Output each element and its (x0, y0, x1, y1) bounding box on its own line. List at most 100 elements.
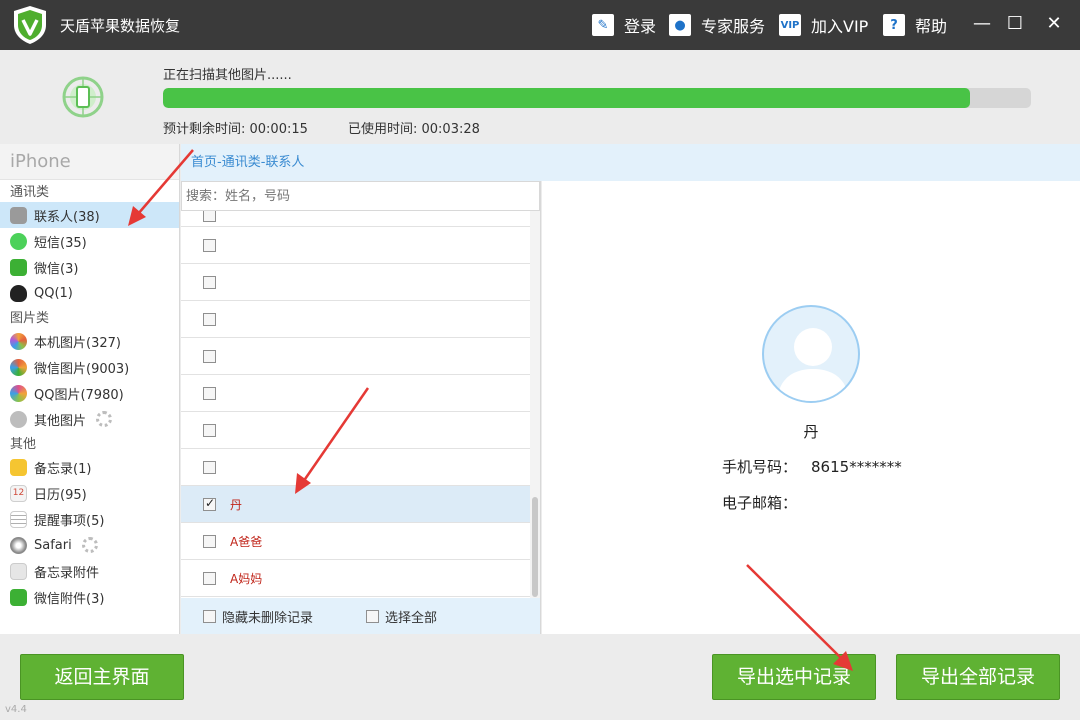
table-row[interactable] (181, 412, 530, 449)
sidebar-item-sms[interactable]: 短信(35) (0, 228, 179, 254)
category-communication: 通讯类 (10, 185, 50, 200)
table-row[interactable]: A妈妈 (181, 560, 530, 597)
maximize-button[interactable]: ☐ (1003, 12, 1027, 36)
progress-fill (163, 88, 971, 108)
select-all-label: 选择全部 (385, 610, 438, 626)
sidebar-item-local-photos[interactable]: 本机图片(327) (0, 328, 179, 354)
scrollbar-thumb[interactable] (532, 497, 538, 597)
sidebar-item-calendar[interactable]: 12 日历(95) (0, 480, 179, 506)
export-all-button[interactable]: 导出全部记录 (896, 654, 1060, 700)
sidebar-item-label: 备忘录(1) (34, 461, 92, 477)
table-row[interactable] (181, 211, 530, 227)
search-input[interactable] (181, 181, 540, 211)
sidebar-item-label: 短信(35) (34, 235, 87, 251)
join-vip-label: 加入VIP (811, 17, 869, 36)
contact-rows: 丹 A爸爸 A妈妈 (181, 211, 530, 598)
wechat-attachment-icon (10, 588, 27, 606)
table-row[interactable] (181, 338, 530, 375)
reminders-icon (10, 510, 27, 528)
row-checkbox[interactable] (203, 349, 216, 363)
close-button[interactable]: ✕ (1042, 12, 1066, 36)
row-name: A爸爸 (230, 534, 263, 549)
sidebar-item-qq[interactable]: QQ(1) (0, 280, 179, 306)
table-row[interactable] (181, 264, 530, 301)
person-silhouette-icon (777, 328, 849, 401)
row-checkbox[interactable] (203, 211, 216, 222)
row-checkbox[interactable] (203, 460, 216, 474)
sidebar-item-wechat[interactable]: 微信(3) (0, 254, 179, 280)
question-icon: ? (883, 14, 905, 36)
row-checkbox[interactable] (203, 423, 216, 437)
hide-undeleted-checkbox[interactable] (203, 609, 216, 623)
category-photos: 图片类 (10, 311, 50, 326)
row-checkbox[interactable] (203, 571, 216, 585)
phone-row: 手机号码： 8615******* (722, 456, 902, 477)
wechat-photos-icon (10, 358, 27, 376)
table-row-selected[interactable]: 丹 (181, 486, 530, 523)
other-photos-icon (10, 410, 27, 428)
sidebar-item-reminders[interactable]: 提醒事项(5) (0, 506, 179, 532)
row-name: A妈妈 (230, 571, 263, 586)
sidebar-item-label: 其他图片 (34, 413, 87, 429)
row-checkbox-checked[interactable] (203, 496, 216, 511)
remaining-time: 预计剩余时间: 00:00:15 (163, 122, 308, 137)
table-row[interactable]: A爸爸 (181, 523, 530, 560)
login-button[interactable]: ✎ 登录 (592, 12, 656, 38)
sms-icon (10, 232, 27, 250)
email-row: 电子邮箱： (722, 492, 797, 513)
minimize-button[interactable]: — (970, 12, 994, 36)
sidebar-item-other-photos[interactable]: 其他图片 (0, 406, 179, 432)
help-button[interactable]: ? 帮助 (883, 12, 947, 38)
row-checkbox[interactable] (203, 386, 216, 400)
hide-undeleted-option[interactable]: 隐藏未删除记录 (203, 607, 313, 626)
notes-attachment-icon (10, 562, 27, 580)
phone-label: 手机号码： (722, 458, 798, 476)
sidebar-item-label: 微信(3) (34, 261, 79, 277)
select-all-checkbox[interactable] (366, 609, 380, 623)
help-label: 帮助 (915, 17, 948, 36)
sidebar-item-safari[interactable]: Safari (0, 532, 179, 558)
table-row[interactable] (181, 449, 530, 486)
sidebar-item-notes[interactable]: 备忘录(1) (0, 454, 179, 480)
sidebar-item-label: 提醒事项(5) (34, 513, 105, 529)
sidebar-item-label: 微信图片(9003) (34, 361, 130, 377)
phone-scan-icon (62, 76, 104, 118)
progress-bar (163, 88, 1031, 108)
join-vip-button[interactable]: VIP 加入VIP (779, 12, 868, 38)
sidebar-item-qq-photos[interactable]: QQ图片(7980) (0, 380, 179, 406)
sidebar-item-wechat-photos[interactable]: 微信图片(9003) (0, 354, 179, 380)
sidebar-item-label: QQ图片(7980) (34, 387, 124, 403)
notes-icon (10, 458, 27, 476)
sidebar-item-contacts[interactable]: 联系人(38) (0, 202, 179, 228)
list-scrollbar[interactable] (530, 211, 540, 598)
row-checkbox[interactable] (203, 534, 216, 548)
contacts-icon (10, 206, 27, 224)
table-row[interactable] (181, 301, 530, 338)
sidebar-item-label: Safari (34, 537, 72, 553)
scan-status-text: 正在扫描其他图片...... (163, 68, 292, 83)
list-footer: 隐藏未删除记录 选择全部 (181, 598, 540, 634)
row-checkbox[interactable] (203, 312, 216, 326)
contact-list-panel: 丹 A爸爸 A妈妈 隐藏未删除记录 选择全部 (181, 181, 541, 634)
row-checkbox[interactable] (203, 275, 216, 289)
sidebar-item-label: 日历(95) (34, 487, 87, 503)
sidebar-item-wechat-attachments[interactable]: 微信附件(3) (0, 584, 179, 610)
row-checkbox[interactable] (203, 238, 216, 252)
table-row[interactable] (181, 227, 530, 264)
hide-undeleted-label: 隐藏未删除记录 (222, 610, 314, 626)
table-row[interactable] (181, 375, 530, 412)
vip-icon: VIP (779, 14, 801, 36)
row-name: 丹 (230, 497, 243, 512)
breadcrumb[interactable]: 首页-通讯类-联系人 (181, 144, 1080, 181)
export-selected-button[interactable]: 导出选中记录 (712, 654, 876, 700)
expert-service-button[interactable]: ● 专家服务 (669, 12, 765, 38)
avatar (762, 305, 860, 403)
back-to-main-button[interactable]: 返回主界面 (20, 654, 184, 700)
sidebar-item-label: 本机图片(327) (34, 335, 121, 351)
version-label: v4.4 (5, 704, 27, 715)
photos-icon (10, 332, 27, 350)
select-all-option[interactable]: 选择全部 (366, 607, 437, 626)
sidebar-item-notes-attachments[interactable]: 备忘录附件 (0, 558, 179, 584)
person-icon: ● (669, 14, 691, 36)
scan-progress-area: 正在扫描其他图片...... 预计剩余时间: 00:00:15 已使用时间: 0… (0, 50, 1080, 144)
